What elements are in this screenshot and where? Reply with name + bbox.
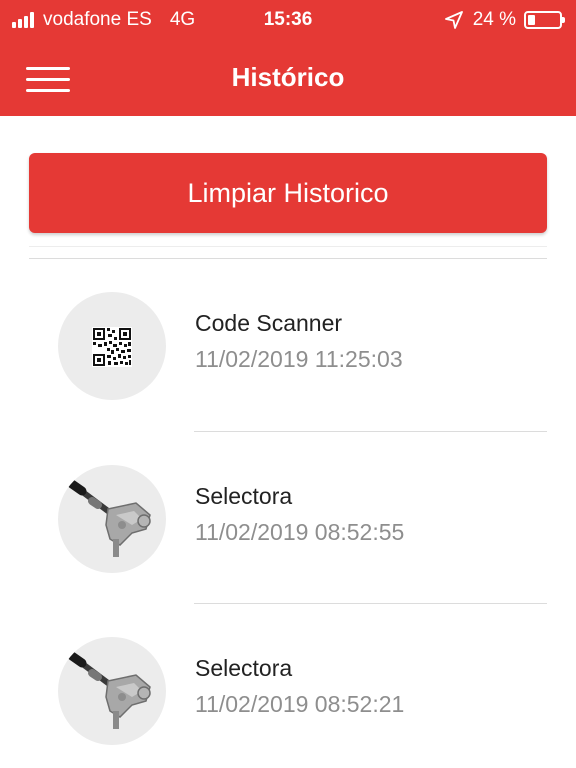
signal-strength-icon [12,12,36,28]
history-item-date: 11/02/2019 11:25:03 [195,346,403,372]
location-arrow-icon [444,11,463,29]
history-item[interactable]: Selectora 11/02/2019 08:52:21 [0,604,576,768]
carrier-name: vodafone ES [43,9,152,30]
history-item-name: Selectora [195,655,293,681]
navigation-bar: Histórico [0,40,576,116]
selector-part-icon [67,479,151,557]
qr-code-icon [92,327,132,367]
history-item-date: 11/02/2019 08:52:55 [195,519,405,545]
history-item-name: Code Scanner [195,310,343,336]
history-item-thumbnail [58,292,166,400]
network-type: 4G [169,9,196,30]
battery-icon [524,11,565,29]
divider [29,246,547,247]
history-item-thumbnail [58,637,166,745]
history-item[interactable]: Code Scanner 11/02/2019 11:25:03 [0,259,576,431]
battery-level-fill [528,15,536,25]
battery-percentage: 24 % [472,9,516,30]
clear-history-button[interactable]: Limpiar Historico [29,153,547,233]
history-item-name: Selectora [195,483,293,509]
hamburger-icon[interactable] [26,67,70,93]
status-left: vodafone ES 4G [12,9,195,31]
status-right: 24 % [444,9,565,31]
history-item-date: 11/02/2019 08:52:21 [195,691,405,717]
history-item-thumbnail [58,465,166,573]
page-title: Histórico [231,62,345,92]
selector-part-icon [67,651,151,729]
status-bar: vodafone ES 4G 15:36 24 % [0,0,576,40]
history-item[interactable]: Selectora 11/02/2019 08:52:55 [0,432,576,604]
